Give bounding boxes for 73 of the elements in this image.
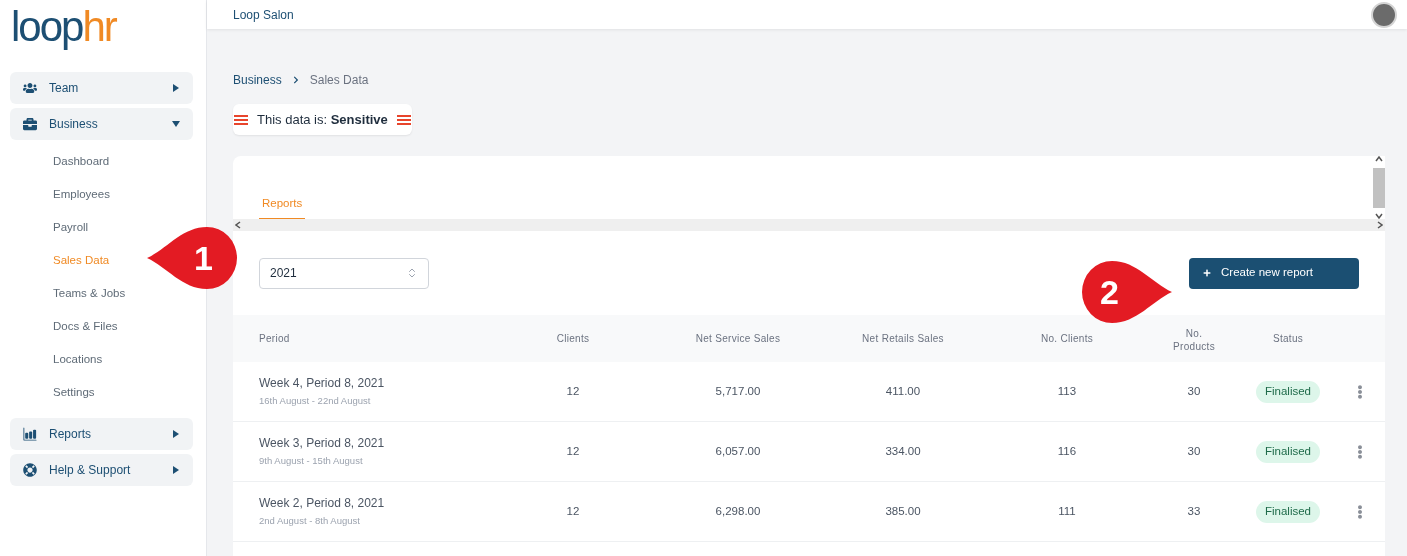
sidebar-item[interactable]: Locations — [53, 350, 103, 369]
year-select[interactable]: 2021 — [259, 257, 429, 289]
briefcase-icon — [23, 117, 37, 131]
breadcrumb-link[interactable]: Sales Data — [309, 71, 369, 89]
column-header: Status — [1271, 332, 1305, 345]
date-range-text: 9th August - 15th August — [259, 454, 364, 469]
chevron-right-icon — [291, 76, 300, 84]
period-text: Week 4, Period 8, 2021 — [259, 375, 386, 393]
sidebar-item[interactable]: Docs & Files — [53, 317, 118, 336]
table-cell-text: 116 — [1056, 443, 1078, 459]
bar-chart-icon — [23, 427, 37, 441]
column-header: Clients — [555, 332, 591, 345]
people-icon — [23, 81, 37, 95]
sidebar-group[interactable]: Team — [10, 72, 193, 104]
caret-icon — [172, 84, 180, 92]
vertical-scrollbar[interactable] — [1372, 156, 1385, 219]
caret-icon — [172, 466, 180, 474]
chevron-up-icon[interactable] — [1374, 156, 1383, 162]
more-options-icon[interactable] — [1355, 444, 1365, 459]
status-badge: Finalised — [1256, 440, 1320, 463]
status-badge: Finalised — [1256, 500, 1320, 523]
horizontal-scrollbar[interactable] — [233, 219, 1385, 231]
lines-icon — [396, 113, 411, 126]
lines-icon — [234, 113, 248, 126]
column-header: No. Clients — [1039, 332, 1095, 345]
column-header: Net Retails Sales — [861, 332, 945, 345]
table-cell-text: 30 — [1186, 383, 1202, 399]
chevron-right-icon[interactable] — [1377, 221, 1383, 229]
callout-badge: 1 — [147, 227, 237, 289]
table-cell-text: 113 — [1056, 383, 1078, 399]
period-text: Week 2, Period 8, 2021 — [259, 495, 386, 513]
table-cell-text: 33 — [1186, 503, 1202, 519]
date-range-text: 2nd August - 8th August — [259, 514, 361, 529]
caret-icon — [172, 120, 180, 128]
more-options-icon[interactable] — [1355, 504, 1365, 519]
sidebar-group[interactable]: Business — [10, 108, 193, 140]
breadcrumb-link[interactable]: Business — [233, 71, 282, 89]
sidebar-item[interactable]: Dashboard — [53, 152, 110, 171]
plus-icon — [1203, 269, 1211, 277]
table-cell-text: 385.00 — [884, 503, 922, 519]
more-options-icon[interactable] — [1355, 384, 1365, 399]
date-range-text: 16th August - 22nd August — [259, 394, 372, 409]
table-cell-text: 6,298.00 — [714, 503, 762, 519]
column-header: No. Products — [1172, 327, 1216, 353]
header-title: Loop Salon — [233, 6, 294, 24]
sidebar-item[interactable]: Teams & Jobs — [53, 284, 126, 303]
sensitivity-text: This data is: Sensitive — [257, 110, 388, 129]
table-cell-text: 411.00 — [884, 383, 922, 399]
avatar[interactable] — [1371, 1, 1397, 28]
table-cell-text: 334.00 — [884, 443, 922, 459]
table-cell-text: 6,057.00 — [714, 443, 762, 459]
sidebar-group[interactable]: Reports — [10, 418, 193, 450]
table-cell-text: 12 — [565, 503, 581, 519]
period-text: Week 3, Period 8, 2021 — [259, 435, 386, 453]
create-report-button[interactable]: Create new report — [1189, 257, 1359, 289]
chevron-left-icon[interactable] — [235, 221, 241, 229]
sidebar-item[interactable]: Settings — [53, 383, 95, 402]
sidebar-group[interactable]: Help & Support — [10, 454, 193, 486]
sidebar-item[interactable]: Payroll — [53, 218, 89, 237]
caret-icon — [172, 430, 180, 438]
sidebar-item[interactable]: Employees — [53, 185, 110, 204]
callout-badge: 2 — [1082, 261, 1172, 323]
table-cell-text: 30 — [1186, 443, 1202, 459]
status-badge: Finalised — [1256, 380, 1320, 403]
table-cell-text: 111 — [1057, 503, 1077, 519]
table-cell-text: 5,717.00 — [714, 383, 762, 399]
table-cell-text: 12 — [565, 443, 581, 459]
updown-icon — [406, 267, 418, 279]
column-header: Net Service Sales — [694, 332, 782, 345]
logo: loophr — [11, 6, 116, 48]
column-header: Period — [259, 332, 291, 345]
chevron-down-icon[interactable] — [1374, 213, 1383, 219]
table-cell-text: 12 — [565, 383, 581, 399]
